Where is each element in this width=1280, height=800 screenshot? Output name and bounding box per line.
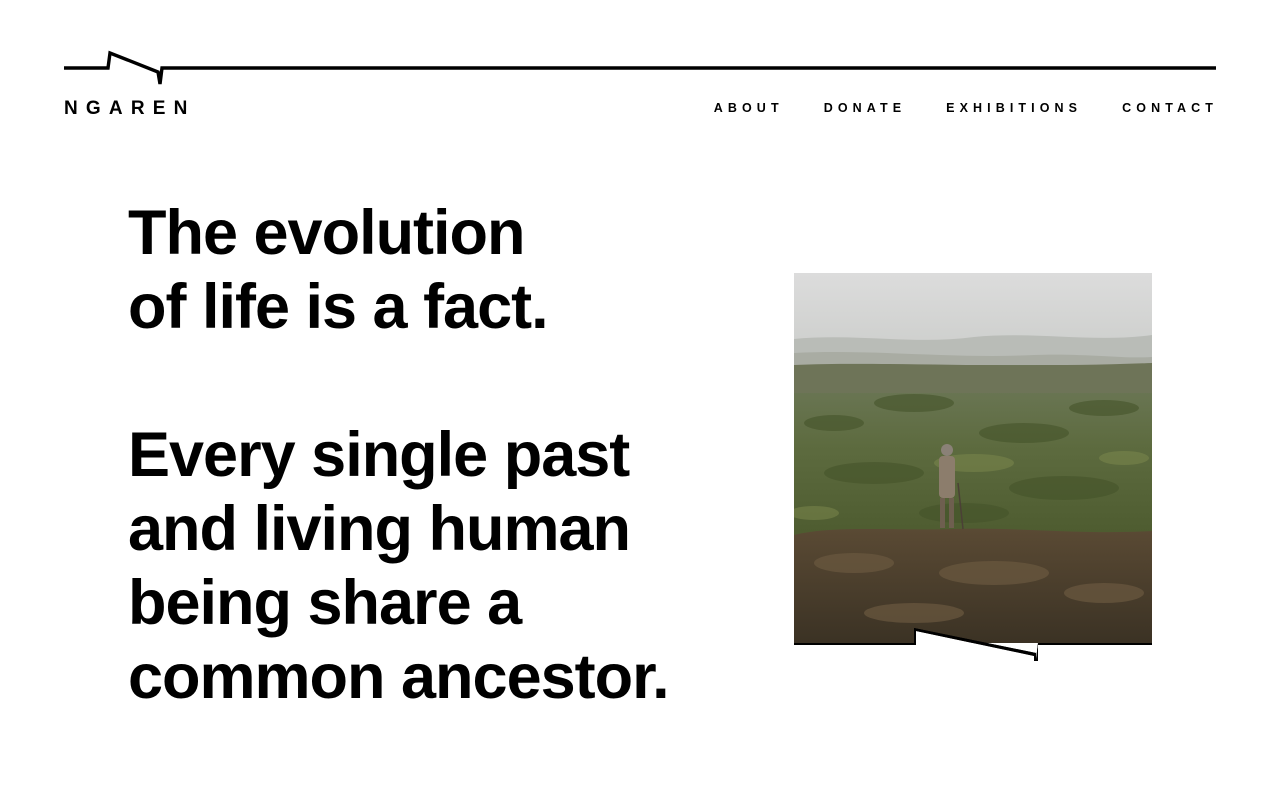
nav-contact[interactable]: CONTACT: [1122, 100, 1218, 116]
brand-logo[interactable]: NGAREN: [64, 98, 196, 120]
nav-about[interactable]: ABOUT: [714, 100, 784, 116]
nav-donate[interactable]: DONATE: [824, 100, 906, 116]
nav-exhibitions[interactable]: EXHIBITIONS: [946, 100, 1082, 116]
logo-mark-line: [64, 50, 1216, 85]
hero-line: and living human: [128, 494, 631, 564]
hero-line: The evolution: [128, 198, 526, 268]
hero-headline: The evolution of life is a fact. Every s…: [128, 196, 768, 714]
hero-line: being share a: [128, 568, 522, 638]
landscape-photo: [794, 273, 1152, 661]
page: NGAREN ABOUT DONATE EXHIBITIONS CONTACT …: [0, 0, 1280, 800]
hero-line: common ancestor.: [128, 642, 670, 712]
hero-line: Every single past: [128, 420, 630, 490]
main-nav: ABOUT DONATE EXHIBITIONS CONTACT: [674, 100, 1218, 116]
hero-line: of life is a fact.: [128, 272, 549, 342]
hero-spacer: [128, 344, 768, 418]
